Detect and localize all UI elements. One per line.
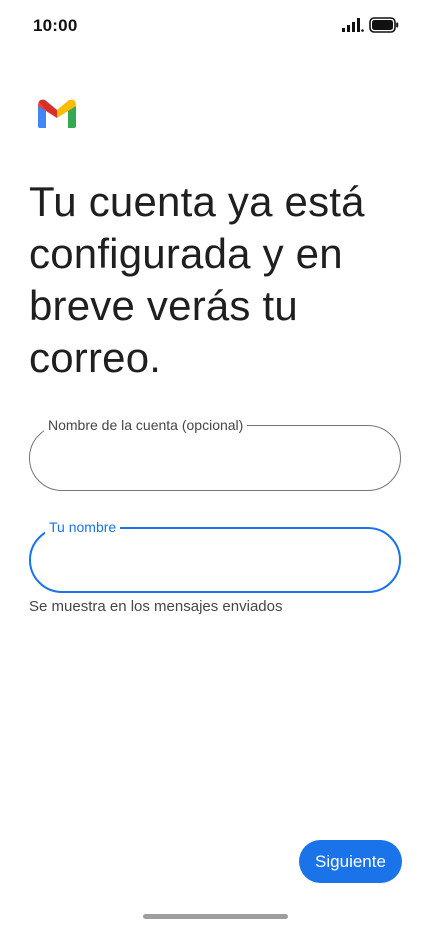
- account-name-label: Nombre de la cuenta (opcional): [44, 416, 248, 434]
- home-indicator[interactable]: [143, 914, 288, 919]
- page-title: Tu cuenta ya está configurada y en breve…: [29, 178, 365, 381]
- status-icons: [342, 17, 399, 33]
- your-name-label: Tu nombre: [45, 518, 121, 536]
- status-bar: 10:00: [0, 0, 431, 52]
- account-name-field[interactable]: Nombre de la cuenta (opcional): [29, 416, 401, 491]
- status-time: 10:00: [33, 16, 78, 35]
- your-name-input[interactable]: [51, 547, 381, 575]
- next-button[interactable]: Siguiente: [299, 840, 402, 883]
- battery-icon: [369, 17, 399, 33]
- account-name-input[interactable]: [50, 444, 380, 472]
- gmail-logo: [38, 99, 76, 128]
- your-name-helper-text: Se muestra en los mensajes enviados: [29, 598, 283, 615]
- your-name-field[interactable]: Tu nombre: [29, 518, 401, 593]
- signal-icon: [342, 18, 364, 32]
